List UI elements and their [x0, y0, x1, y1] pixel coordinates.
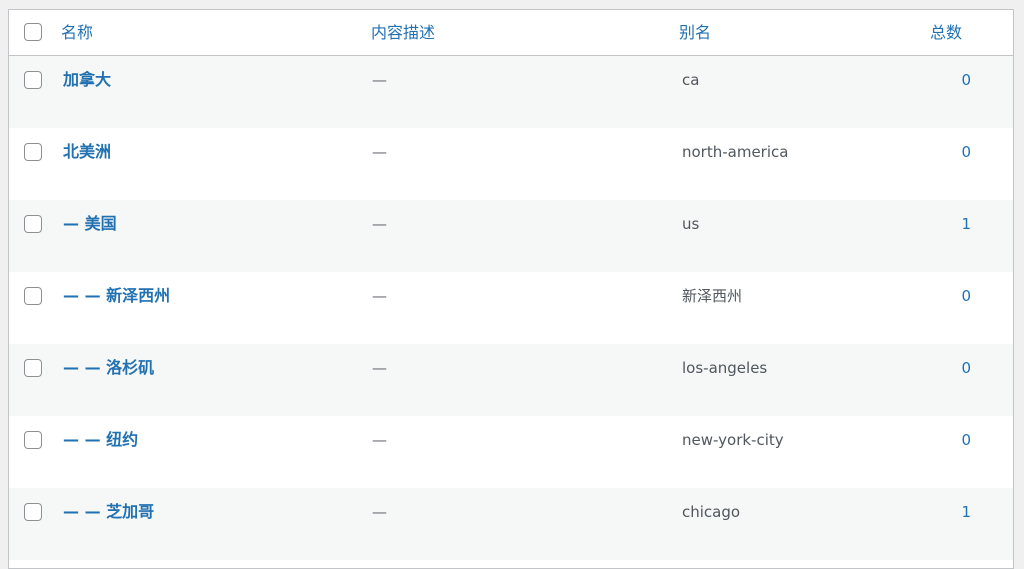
column-header-count[interactable]: 总数	[930, 10, 962, 55]
table-row: — — 新泽西州 — 新泽西州 0	[9, 272, 1013, 344]
term-description: —	[372, 143, 387, 161]
table-row: 北美洲 — north-america 0	[9, 128, 1013, 200]
row-checkbox[interactable]	[24, 503, 42, 521]
term-slug: us	[682, 215, 700, 233]
term-description: —	[372, 215, 387, 233]
term-description: —	[372, 503, 387, 521]
term-slug: 新泽西州	[682, 287, 743, 305]
term-name-link[interactable]: — — 洛杉矶	[63, 358, 154, 378]
row-checkbox[interactable]	[24, 359, 42, 377]
term-description: —	[372, 71, 387, 89]
column-header-description[interactable]: 内容描述	[371, 10, 435, 55]
term-name-link[interactable]: 加拿大	[63, 70, 111, 90]
term-name-link[interactable]: — — 新泽西州	[63, 286, 170, 306]
row-checkbox[interactable]	[24, 431, 42, 449]
terms-table: 名称 内容描述 别名 总数 加拿大 — ca 0 北美洲 — north-ame…	[8, 9, 1014, 569]
term-slug: north-america	[682, 143, 789, 161]
term-count-link[interactable]: 0	[941, 358, 971, 378]
term-description: —	[372, 287, 387, 305]
table-row: — — 纽约 — new-york-city 0	[9, 416, 1013, 488]
column-header-name[interactable]: 名称	[61, 10, 93, 55]
table-row: — — 洛杉矶 — los-angeles 0	[9, 344, 1013, 416]
term-count-link[interactable]: 0	[941, 430, 971, 450]
term-slug: ca	[682, 71, 700, 89]
term-count-link[interactable]: 0	[941, 70, 971, 90]
column-header-slug[interactable]: 别名	[679, 10, 711, 55]
row-checkbox[interactable]	[24, 215, 42, 233]
table-row: — — 芝加哥 — chicago 1	[9, 488, 1013, 560]
row-checkbox[interactable]	[24, 71, 42, 89]
term-slug: los-angeles	[682, 359, 768, 377]
term-count-link[interactable]: 1	[941, 502, 971, 522]
term-name-link[interactable]: 北美洲	[63, 142, 111, 162]
table-row: 加拿大 — ca 0	[9, 56, 1013, 128]
term-count-link[interactable]: 1	[941, 214, 971, 234]
select-all-checkbox[interactable]	[24, 23, 42, 41]
term-slug: new-york-city	[682, 431, 784, 449]
table-header: 名称 内容描述 别名 总数	[9, 10, 1013, 56]
term-description: —	[372, 431, 387, 449]
term-count-link[interactable]: 0	[941, 142, 971, 162]
row-checkbox[interactable]	[24, 287, 42, 305]
term-name-link[interactable]: — 美国	[63, 214, 117, 234]
term-name-link[interactable]: — — 纽约	[63, 430, 138, 450]
term-slug: chicago	[682, 503, 741, 521]
table-row: — 美国 — us 1	[9, 200, 1013, 272]
term-count-link[interactable]: 0	[941, 286, 971, 306]
term-name-link[interactable]: — — 芝加哥	[63, 502, 154, 522]
row-checkbox[interactable]	[24, 143, 42, 161]
term-description: —	[372, 359, 387, 377]
